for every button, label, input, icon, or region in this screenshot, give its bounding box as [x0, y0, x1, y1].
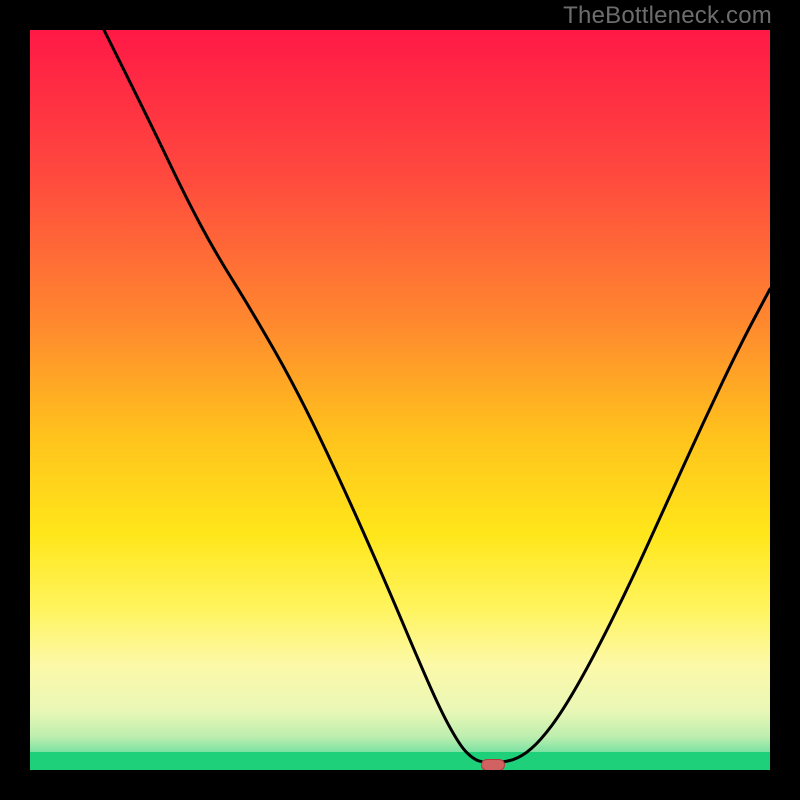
chart-frame: TheBottleneck.com — [0, 0, 800, 800]
watermark-text: TheBottleneck.com — [563, 2, 772, 30]
green-band — [30, 752, 770, 771]
background-gradient — [30, 30, 770, 770]
plot-area — [30, 30, 770, 770]
optimal-marker — [481, 759, 505, 770]
